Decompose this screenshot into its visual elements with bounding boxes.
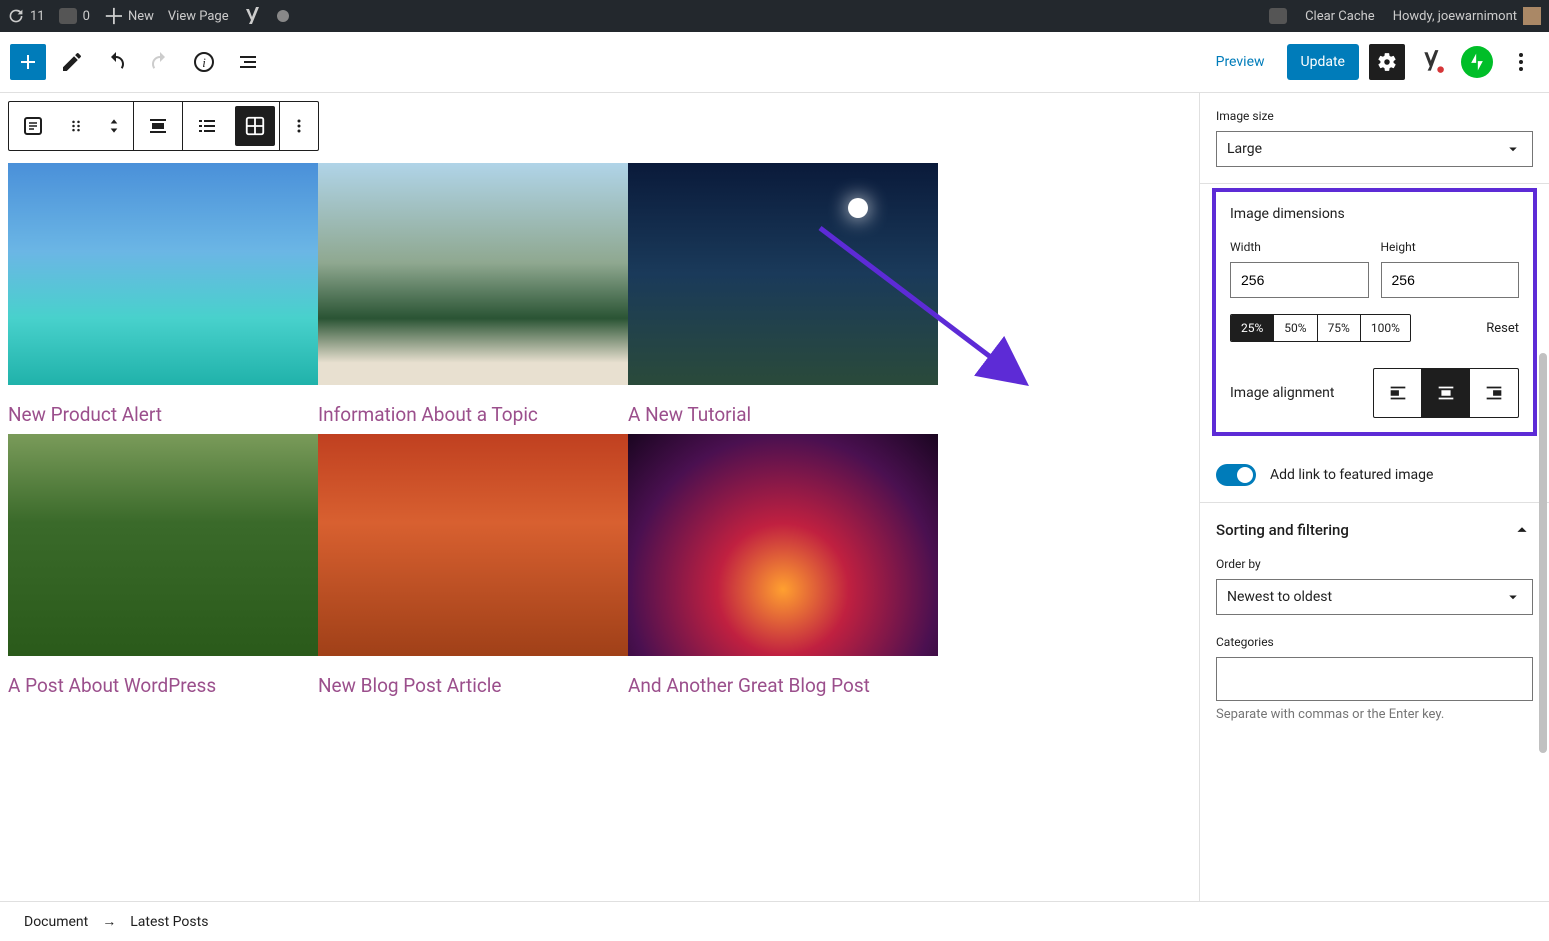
adminbar-yoast[interactable] — [243, 6, 263, 26]
avatar — [1523, 7, 1541, 25]
breadcrumb-block[interactable]: Latest Posts — [130, 914, 208, 930]
edit-mode-button[interactable] — [54, 44, 90, 80]
post-featured-image[interactable] — [318, 434, 628, 656]
post-featured-image[interactable] — [8, 434, 318, 656]
post-title-link[interactable]: A New Tutorial — [628, 385, 938, 434]
new-label: New — [128, 9, 154, 24]
block-type-button[interactable] — [9, 102, 57, 150]
post-title-link[interactable]: New Product Alert — [8, 385, 318, 434]
adminbar-view-page[interactable]: View Page — [168, 9, 229, 24]
width-label: Width — [1230, 240, 1369, 254]
updates-count: 11 — [30, 9, 45, 24]
height-input[interactable] — [1381, 262, 1520, 298]
breadcrumb-separator: → — [102, 913, 116, 930]
svg-text:i: i — [202, 55, 206, 70]
settings-sidebar: Image size Large Image dimensions Width … — [1199, 93, 1549, 901]
align-right-button[interactable] — [1470, 369, 1518, 417]
preview-button[interactable]: Preview — [1204, 46, 1277, 78]
add-link-toggle[interactable] — [1216, 464, 1256, 486]
adminbar-updates[interactable]: 11 — [8, 8, 45, 24]
categories-input[interactable] — [1216, 657, 1533, 701]
post-featured-image[interactable] — [628, 163, 938, 385]
post-item: A New Tutorial — [628, 163, 938, 434]
post-title-link[interactable]: A Post About WordPress — [8, 656, 318, 705]
post-featured-image[interactable] — [628, 434, 938, 656]
align-left-button[interactable] — [1374, 369, 1422, 417]
drag-handle[interactable] — [57, 102, 95, 150]
undo-button[interactable] — [98, 44, 134, 80]
info-button[interactable]: i — [186, 44, 222, 80]
post-title-link[interactable]: Information About a Topic — [318, 385, 628, 434]
post-item: And Another Great Blog Post — [628, 434, 938, 705]
reset-button[interactable]: Reset — [1486, 321, 1519, 336]
jetpack-button[interactable] — [1461, 46, 1493, 78]
adminbar-clear-cache[interactable]: Clear Cache — [1305, 9, 1375, 24]
editor-header: i Preview Update — [0, 32, 1549, 93]
adminbar-account[interactable]: Howdy, joewarnimont — [1393, 7, 1541, 25]
redo-button[interactable] — [142, 44, 178, 80]
admin-bar: 11 0 New View Page Clear Cache Howdy, jo… — [0, 0, 1549, 32]
image-dimensions-heading: Image dimensions — [1230, 206, 1519, 222]
height-label: Height — [1381, 240, 1520, 254]
post-item: Information About a Topic — [318, 163, 628, 434]
grid-view-button[interactable] — [235, 106, 275, 146]
block-toolbar — [8, 101, 319, 151]
howdy-text: Howdy, joewarnimont — [1393, 9, 1517, 24]
image-size-select[interactable]: Large — [1216, 131, 1533, 167]
chevron-down-icon — [1504, 588, 1522, 606]
post-item: A Post About WordPress — [8, 434, 318, 705]
image-alignment-label: Image alignment — [1230, 385, 1335, 401]
post-item: New Product Alert — [8, 163, 318, 434]
order-by-select[interactable]: Newest to oldest — [1216, 579, 1533, 615]
categories-label: Categories — [1216, 635, 1533, 649]
chevron-up-icon — [1511, 519, 1533, 541]
preset-100-button[interactable]: 100% — [1361, 315, 1410, 341]
settings-button[interactable] — [1369, 44, 1405, 80]
update-button[interactable]: Update — [1287, 44, 1359, 80]
move-updown-button[interactable] — [95, 102, 133, 150]
sorting-filtering-header[interactable]: Sorting and filtering — [1200, 503, 1549, 557]
adminbar-comments[interactable]: 0 — [59, 8, 90, 24]
alignment-group — [1373, 368, 1519, 418]
align-center-button[interactable] — [1422, 369, 1470, 417]
preset-25-button[interactable]: 25% — [1231, 315, 1274, 341]
post-title-link[interactable]: New Blog Post Article — [318, 656, 628, 705]
latest-posts-block[interactable]: New Product Alert Information About a To… — [8, 163, 1191, 705]
width-input[interactable] — [1230, 262, 1369, 298]
more-menu-button[interactable] — [1503, 44, 1539, 80]
preset-50-button[interactable]: 50% — [1274, 315, 1317, 341]
image-dimensions-panel: Image dimensions Width Height 25% 50% 75… — [1212, 188, 1537, 436]
adminbar-new[interactable]: New — [104, 7, 154, 25]
order-by-label: Order by — [1216, 557, 1533, 571]
align-button[interactable] — [134, 102, 182, 150]
notification-icon — [1269, 8, 1287, 24]
breadcrumb-document[interactable]: Document — [24, 914, 88, 930]
block-breadcrumb: Document → Latest Posts — [0, 901, 1549, 941]
preset-75-button[interactable]: 75% — [1318, 315, 1361, 341]
post-title-link[interactable]: And Another Great Blog Post — [628, 656, 938, 705]
list-view-button[interactable] — [183, 102, 231, 150]
outline-button[interactable] — [230, 44, 266, 80]
add-block-button[interactable] — [10, 44, 46, 80]
editor-canvas[interactable]: New Product Alert Information About a To… — [0, 93, 1199, 901]
add-link-label: Add link to featured image — [1270, 467, 1433, 483]
comment-icon — [59, 8, 77, 24]
chevron-down-icon — [1504, 140, 1522, 158]
post-featured-image[interactable] — [318, 163, 628, 385]
adminbar-notifications[interactable] — [1269, 8, 1287, 24]
scrollbar[interactable] — [1539, 353, 1547, 753]
adminbar-status-dot — [277, 10, 289, 22]
block-more-button[interactable] — [280, 102, 318, 150]
yoast-button[interactable] — [1415, 44, 1451, 80]
post-featured-image[interactable] — [8, 163, 318, 385]
categories-hint: Separate with commas or the Enter key. — [1216, 707, 1533, 722]
comments-count: 0 — [83, 9, 90, 24]
post-item: New Blog Post Article — [318, 434, 628, 705]
image-size-label: Image size — [1216, 109, 1533, 123]
size-preset-group: 25% 50% 75% 100% — [1230, 314, 1411, 342]
